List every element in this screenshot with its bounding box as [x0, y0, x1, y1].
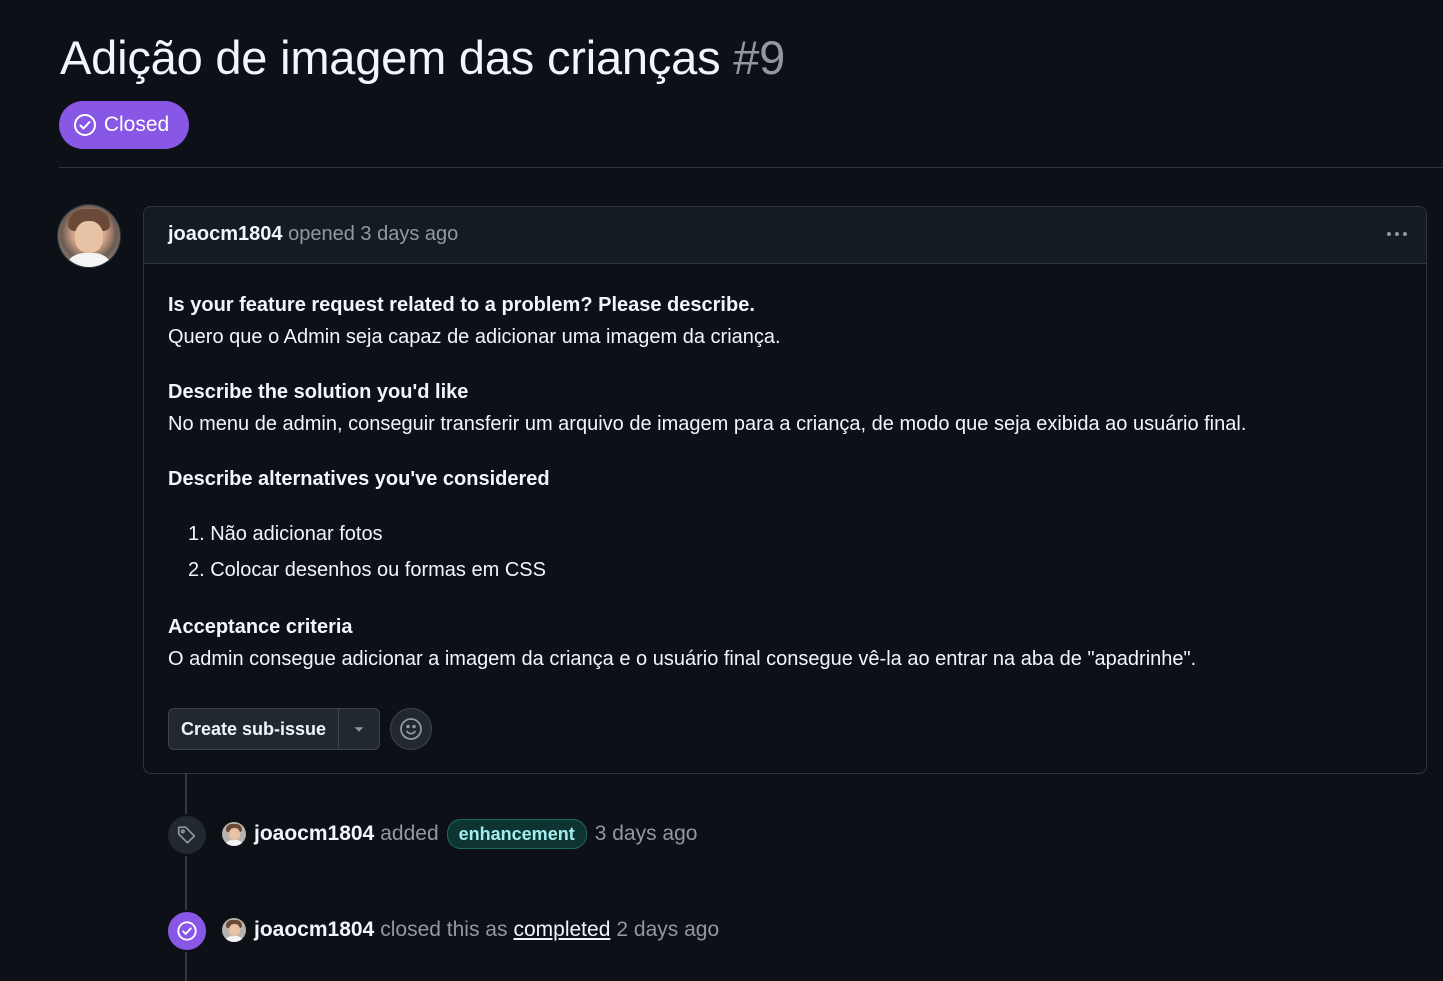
comment-author-link[interactable]: joaocm1804	[168, 223, 283, 245]
comment-meta: joaocm1804 opened 3 days ago	[168, 223, 458, 246]
completed-link[interactable]: completed	[513, 918, 610, 942]
actor-avatar[interactable]	[222, 822, 246, 846]
event-author-link[interactable]: joaocm1804	[254, 822, 374, 846]
label-enhancement[interactable]: enhancement	[446, 819, 587, 849]
kebab-menu-icon[interactable]	[1382, 223, 1412, 245]
list-item: 2. Colocar desenhos ou formas em CSS	[188, 559, 546, 581]
solution-heading: Describe the solution you'd like	[168, 381, 469, 403]
header-divider	[59, 167, 1443, 168]
issue-title-text: Adição de imagem das crianças	[60, 31, 721, 84]
event-author-link[interactable]: joaocm1804	[254, 918, 374, 942]
timeline-event-closed: joaocm1804 closed this as completed 2 da…	[222, 915, 719, 945]
create-subissue-button[interactable]: Create sub-issue	[169, 709, 340, 749]
timeline-label-badge	[166, 814, 208, 856]
actor-avatar[interactable]	[222, 918, 246, 942]
event-action: added	[380, 822, 439, 845]
comment-actions: Create sub-issue	[168, 708, 433, 750]
comment-header: joaocm1804 opened 3 days ago	[144, 207, 1426, 264]
solution-text: No menu de admin, conseguir transferir u…	[168, 413, 1247, 435]
acceptance-text: O admin consegue adicionar a imagem da c…	[168, 648, 1197, 670]
add-reaction-button[interactable]	[390, 708, 433, 750]
event-time[interactable]: 2 days ago	[616, 918, 719, 942]
issue-title: Adição de imagem das crianças #9	[60, 30, 785, 85]
triangle-down-icon	[354, 727, 364, 732]
list-item: 1. Não adicionar fotos	[188, 523, 383, 545]
check-circle-icon	[177, 921, 197, 941]
timeline-event-labeled: joaocm1804 added enhancement 3 days ago	[222, 819, 697, 849]
alternatives-list: 1. Não adicionar fotos 2. Colocar desenh…	[188, 516, 546, 588]
comment-action: opened	[288, 223, 355, 245]
issue-number: #9	[733, 31, 786, 84]
problem-heading: Is your feature request related to a pro…	[168, 294, 755, 316]
smiley-icon	[400, 718, 422, 740]
check-circle-icon	[73, 114, 96, 136]
event-time[interactable]: 3 days ago	[595, 822, 698, 846]
issue-page: Adição de imagem das crianças #9 Closed …	[0, 0, 1443, 981]
event-action: closed this as	[380, 918, 508, 941]
issue-comment: joaocm1804 opened 3 days ago Is your fea…	[143, 206, 1427, 774]
issue-state-label: Closed	[103, 113, 170, 136]
tag-icon	[177, 826, 196, 844]
alternatives-heading: Describe alternatives you've considered	[168, 468, 550, 490]
create-subissue-split-button: Create sub-issue	[168, 708, 381, 750]
author-avatar[interactable]	[58, 205, 120, 267]
acceptance-heading: Acceptance criteria	[168, 616, 353, 638]
comment-time[interactable]: 3 days ago	[360, 223, 458, 245]
issue-state-badge: Closed	[59, 101, 189, 149]
problem-text: Quero que o Admin seja capaz de adiciona…	[168, 326, 781, 348]
timeline-closed-badge	[166, 910, 208, 952]
create-subissue-dropdown[interactable]	[339, 709, 379, 749]
